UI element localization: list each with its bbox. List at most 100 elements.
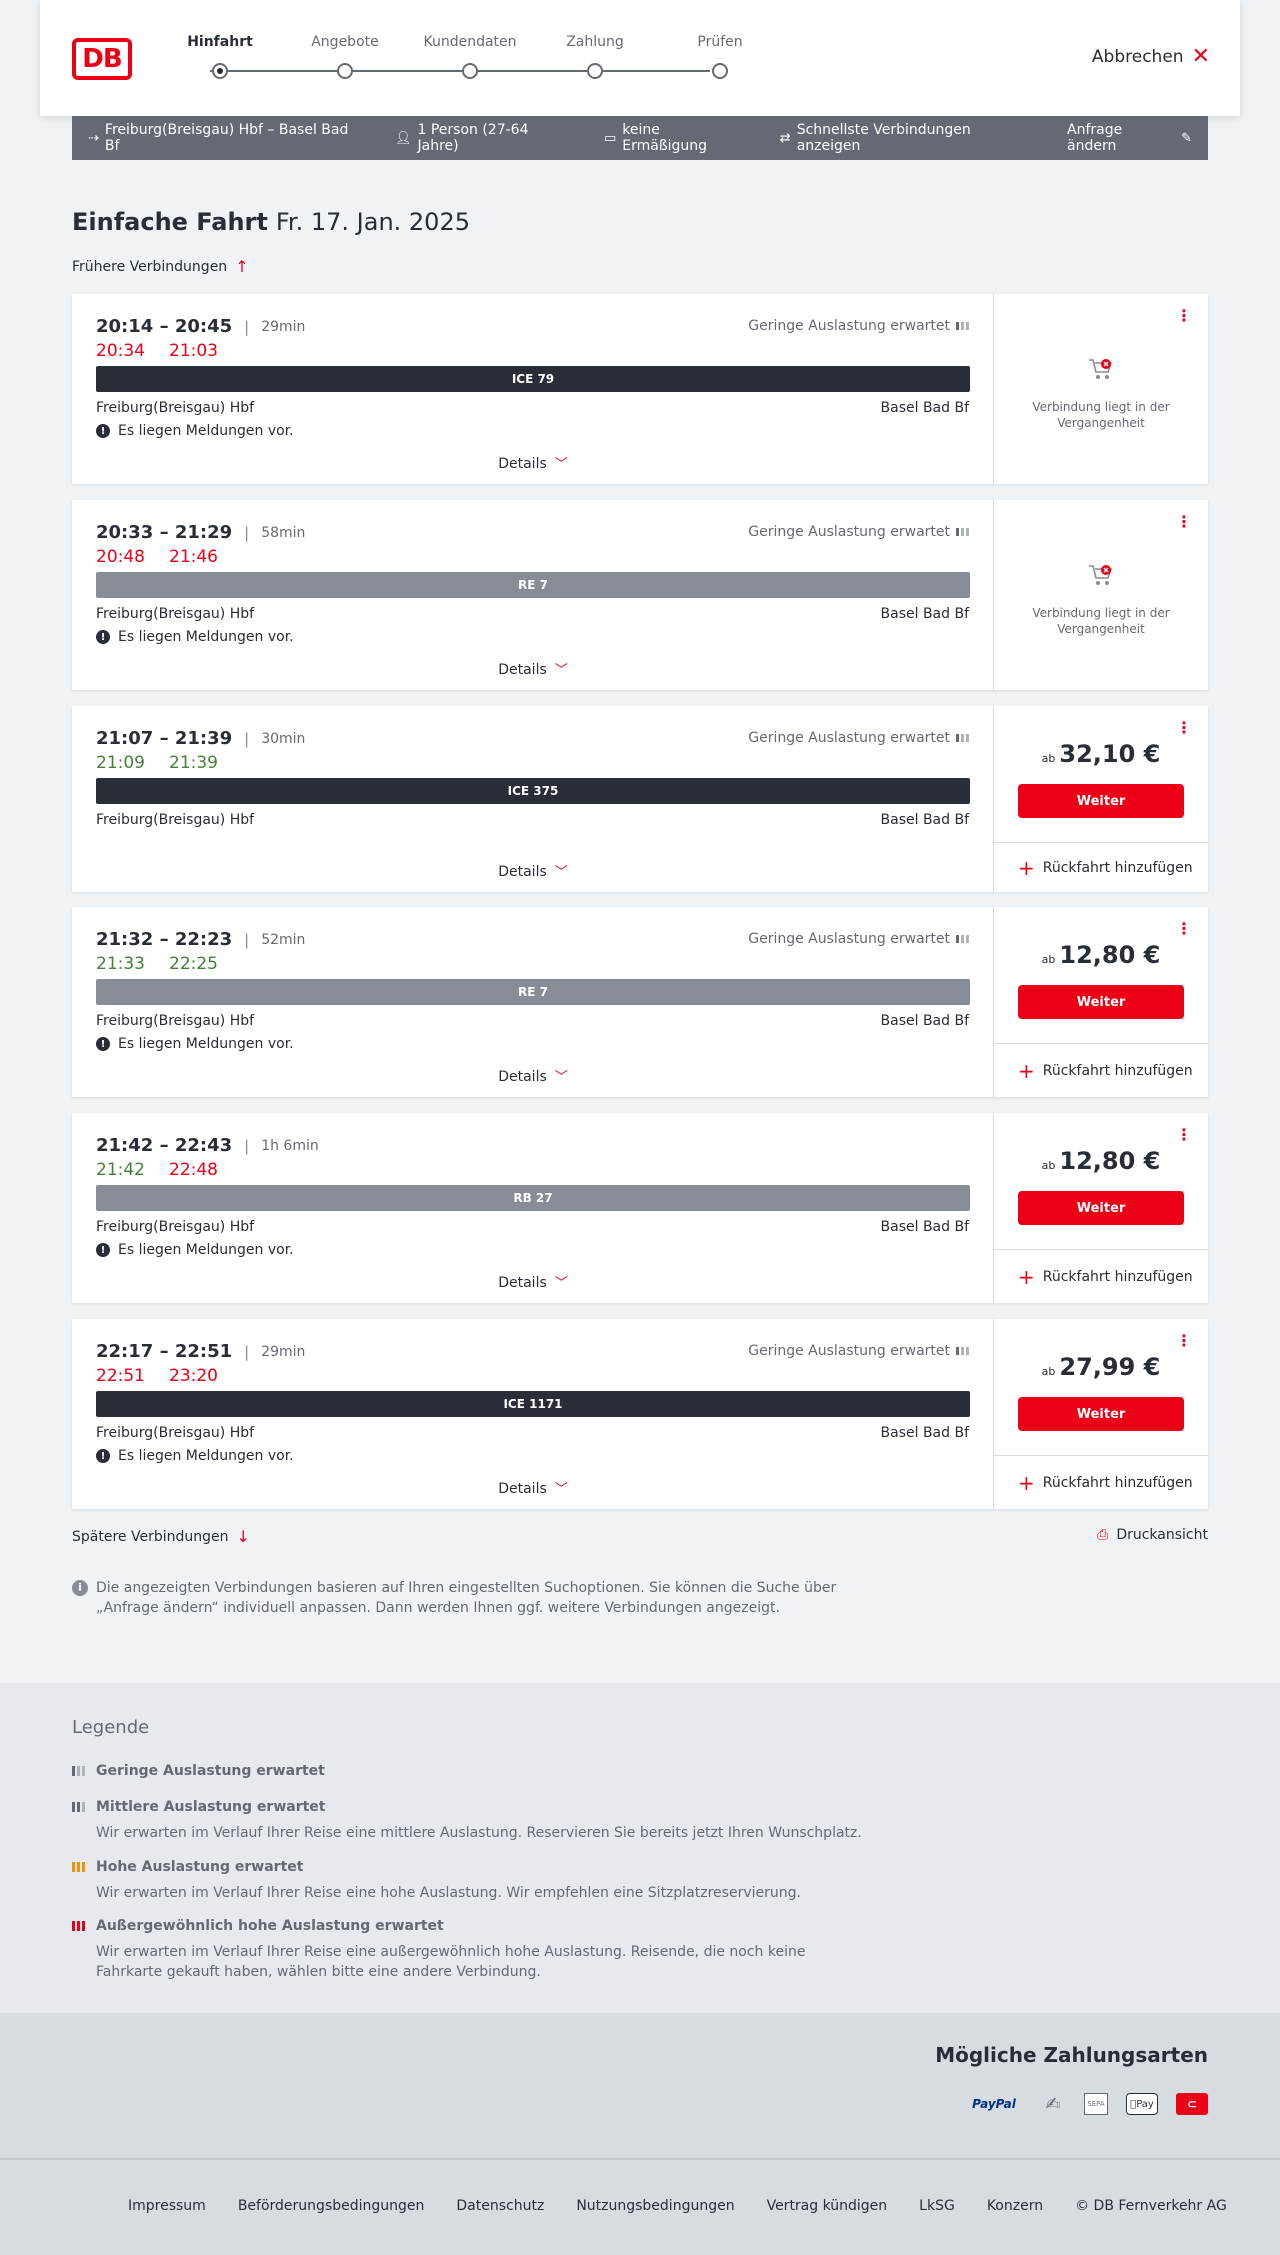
stepper-line [210, 70, 710, 72]
step-dot [712, 63, 728, 79]
footer-link-datenschutz[interactable]: Datenschutz [456, 2198, 544, 2214]
add-return-trip-button[interactable]: + Rückfahrt hinzufügen [994, 1455, 1208, 1509]
occupancy-info: Geringe Auslastung erwartet [748, 318, 969, 334]
alert-icon: ! [96, 424, 110, 438]
occupancy-info: Geringe Auslastung erwartet [748, 1343, 969, 1359]
occupancy-info: Geringe Auslastung erwartet [748, 730, 969, 746]
duration: 52min [261, 931, 306, 948]
details-toggle[interactable]: Details ﹀ [72, 1478, 994, 1497]
details-toggle[interactable]: Details ﹀ [72, 861, 994, 880]
offer-panel: ⋮ ab 27,99 € Weiter + Rückfahrt hinzufüge… [994, 1319, 1208, 1509]
cancel-button[interactable]: Abbrechen ✕ [1092, 46, 1210, 68]
destination-station: Basel Bad Bf [880, 812, 969, 828]
continue-button[interactable]: Weiter [1018, 784, 1184, 818]
apple-pay-icon: Pay [1126, 2093, 1158, 2115]
separator: | [244, 930, 250, 949]
past-connection-text: Verbindung liegt in der Vergangenheit [1032, 606, 1170, 636]
legend-item-extreme: Außergewöhnlich hohe Auslastung erwartet… [72, 1918, 872, 1982]
details-label: Details [498, 662, 547, 678]
continue-button[interactable]: Weiter [1018, 1191, 1184, 1225]
scheduled-times: 21:32 – 22:23 [96, 929, 233, 950]
destination-station: Basel Bad Bf [880, 1013, 969, 1029]
more-options-icon[interactable]: ⋮ [1176, 514, 1192, 530]
more-options-icon[interactable]: ⋮ [1176, 1127, 1192, 1143]
price-prefix: ab [1041, 1365, 1056, 1378]
change-request-button[interactable]: Anfrage ändern ✎ [1067, 122, 1192, 154]
chevron-down-icon: ﹀ [554, 457, 568, 472]
add-return-trip-button[interactable]: + Rückfahrt hinzufügen [994, 842, 1208, 892]
continue-button[interactable]: Weiter [1018, 1397, 1184, 1431]
train-bar[interactable]: RE 7 [96, 572, 970, 598]
add-return-trip-button[interactable]: + Rückfahrt hinzufügen [994, 1043, 1208, 1097]
details-toggle[interactable]: Details ﹀ [72, 453, 994, 472]
arrow-down-icon: ↓ [236, 1527, 250, 1546]
print-view-link[interactable]: ⎙ Druckansicht [1097, 1527, 1208, 1543]
more-options-icon[interactable]: ⋮ [1176, 921, 1192, 937]
more-options-icon[interactable]: ⋮ [1176, 720, 1192, 736]
footer-link-vertrag-kuendigen[interactable]: Vertrag kündigen [767, 2198, 888, 2214]
realtime-departure: 21:42 [96, 1160, 145, 1180]
legend-item-low: Geringe Auslastung erwartet [72, 1763, 872, 1779]
origin-station: Freiburg(Breisgau) Hbf [96, 812, 255, 828]
train-bar[interactable]: RE 7 [96, 979, 970, 1005]
apple-pay-label: Pay [1133, 2098, 1154, 2110]
scheduled-times: 21:07 – 21:39 [96, 728, 233, 749]
payment-title: Mögliche Zahlungsarten [935, 2043, 1208, 2067]
train-bar[interactable]: ICE 1171 [96, 1391, 970, 1417]
step-kundendaten: Kundendaten [420, 34, 520, 79]
connection-card: 21:42 – 22:43 | 1h 6min 21:42 22:48 RB 27 … [72, 1113, 1208, 1303]
earlier-connections-link[interactable]: Frühere Verbindungen ↑ [72, 257, 249, 276]
details-toggle[interactable]: Details ﹀ [72, 659, 994, 678]
step-angebote: Angebote [295, 34, 395, 79]
legend-item-title: Hohe Auslastung erwartet [96, 1859, 304, 1875]
origin-station: Freiburg(Breisgau) Hbf [96, 400, 255, 416]
close-icon: ✕ [1191, 44, 1210, 69]
scheduled-times: 20:33 – 21:29 [96, 522, 233, 543]
card-icon: ▭ [603, 130, 617, 146]
occupancy-info: Geringe Auslastung erwartet [748, 931, 969, 947]
destination-station: Basel Bad Bf [880, 606, 969, 622]
details-label: Details [498, 1069, 547, 1085]
chevron-down-icon: ﹀ [554, 1482, 568, 1497]
pencil-icon: ✎ [1181, 130, 1192, 146]
train-bar[interactable]: ICE 375 [96, 778, 970, 804]
details-toggle[interactable]: Details ﹀ [72, 1066, 994, 1085]
fastest-text: Schnellste Verbindungen anzeigen [796, 122, 971, 154]
footer-link-lksg[interactable]: LkSG [919, 2198, 955, 2214]
occupancy-label: Geringe Auslastung erwartet [748, 318, 950, 334]
footer-link-befoerderungsbedingungen[interactable]: Beförderungsbedingungen [238, 2198, 425, 2214]
later-connections-link[interactable]: Spätere Verbindungen ↓ [72, 1527, 250, 1546]
step-label: Angebote [311, 34, 379, 50]
more-options-icon[interactable]: ⋮ [1176, 1333, 1192, 1349]
page-title: Einfache Fahrt Fr. 17. Jan. 2025 [72, 208, 470, 236]
train-bar[interactable]: RB 27 [96, 1185, 970, 1211]
occupancy-label: Geringe Auslastung erwartet [748, 931, 950, 947]
train-bar[interactable]: ICE 79 [96, 366, 970, 392]
legend-item-desc: Wir erwarten im Verlauf Ihrer Reise eine… [96, 1944, 806, 1980]
footer-copyright: © DB Fernverkehr AG [1075, 2198, 1227, 2214]
occupancy-low-icon [956, 322, 969, 330]
legend-item-title: Mittlere Auslastung erwartet [96, 1799, 326, 1815]
details-label: Details [498, 864, 547, 880]
direct-debit-icon: ✍ [1045, 2093, 1061, 2115]
footer-link-konzern[interactable]: Konzern [987, 2198, 1043, 2214]
footer-link-impressum[interactable]: Impressum [128, 2198, 206, 2214]
connection-info: 21:42 – 22:43 | 1h 6min 21:42 22:48 RB 27 … [72, 1113, 994, 1303]
db-logo[interactable]: DB [72, 38, 132, 80]
paypal-icon: PayPal [972, 2097, 1016, 2111]
details-label: Details [498, 456, 547, 472]
info-icon: i [72, 1580, 88, 1596]
add-return-trip-button[interactable]: + Rückfahrt hinzufügen [994, 1249, 1208, 1303]
realtime-times: 21:09 21:39 [96, 753, 218, 773]
more-options-icon[interactable]: ⋮ [1176, 308, 1192, 324]
connection-times: 22:17 – 22:51 | 29min [96, 1341, 305, 1362]
connection-card: 21:07 – 21:39 | 30min 21:09 21:39 Geringe … [72, 706, 1208, 892]
footer-link-nutzungsbedingungen[interactable]: Nutzungsbedingungen [576, 2198, 734, 2214]
details-toggle[interactable]: Details ﹀ [72, 1272, 994, 1291]
traveller-text: 1 Person (27-64 Jahre) [417, 122, 529, 154]
offer-panel: ⋮ Verbindung liegt in der Vergangenheit [994, 294, 1208, 484]
legend-item-high: Hohe Auslastung erwartet Wir erwarten im… [72, 1859, 872, 1903]
notice-text: Es liegen Meldungen vor. [118, 423, 294, 439]
occupancy-low-icon [956, 935, 969, 943]
continue-button[interactable]: Weiter [1018, 985, 1184, 1019]
